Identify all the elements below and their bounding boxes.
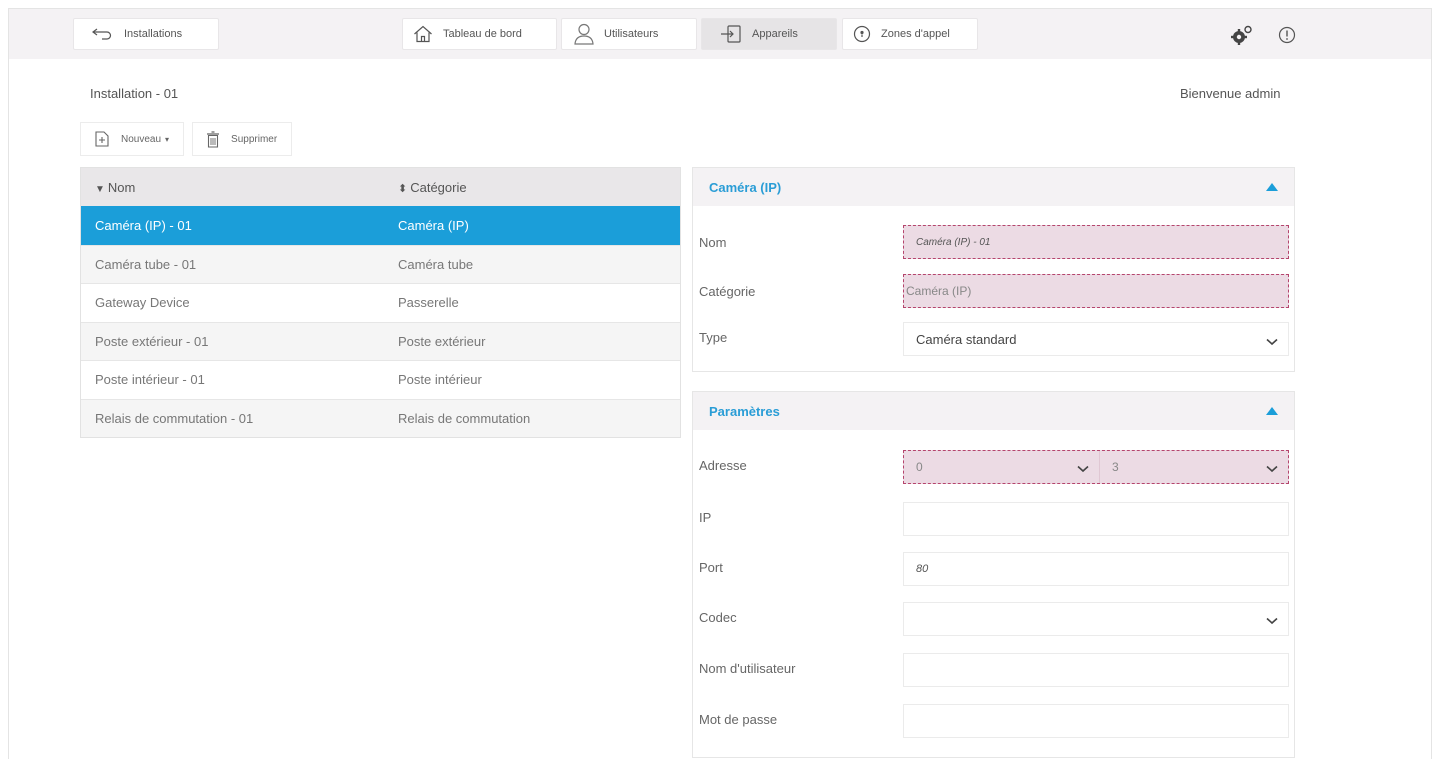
codec-select[interactable]: [903, 602, 1289, 636]
table-row[interactable]: Caméra (IP) - 01 Caméra (IP): [81, 206, 680, 245]
tab-users-label: Utilisateurs: [604, 28, 659, 40]
ip-label: IP: [699, 510, 712, 525]
delete-button[interactable]: Supprimer: [192, 122, 293, 156]
page-title: Installation - 01: [90, 86, 179, 101]
address-select-2[interactable]: 3: [1100, 451, 1288, 483]
delete-button-label: Supprimer: [231, 133, 278, 145]
ip-field[interactable]: [903, 502, 1289, 536]
tab-devices[interactable]: Appareils: [701, 18, 837, 50]
sort-desc-icon: ▼: [95, 183, 105, 195]
top-navigation-bar: Installations Tableau de bord Utilisateu…: [9, 9, 1431, 59]
home-icon: [413, 25, 433, 43]
device-icon: [720, 25, 742, 43]
gears-icon[interactable]: [1229, 22, 1255, 48]
parameters-panel-title: Paramètres: [709, 403, 780, 419]
chevron-down-icon: [1077, 462, 1089, 476]
address-field-group: 0 3: [903, 450, 1289, 484]
table-row[interactable]: Caméra tube - 01 Caméra tube: [81, 244, 680, 283]
welcome-message: Bienvenue admin: [1180, 86, 1281, 101]
cell-name: Relais de commutation - 01: [95, 410, 254, 426]
tab-dashboard-label: Tableau de bord: [443, 28, 522, 40]
sort-icon: ⬍: [398, 182, 408, 195]
password-label: Mot de passe: [699, 712, 778, 727]
location-pin-icon: [853, 25, 871, 43]
cell-category: Passerelle: [398, 295, 459, 311]
chevron-down-icon: [1266, 462, 1278, 476]
column-header-category[interactable]: ⬍ Catégorie: [396, 180, 467, 195]
cell-category: Caméra (IP): [398, 217, 469, 233]
parameters-panel-header[interactable]: Paramètres: [693, 392, 1294, 430]
device-table: ▼ Nom ⬍ Catégorie Caméra (IP) - 01 Caméra …: [80, 167, 681, 438]
user-icon: [574, 23, 594, 45]
new-button-label: Nouveau: [121, 133, 162, 145]
tab-users[interactable]: Utilisateurs: [561, 18, 697, 50]
cell-category: Caméra tube: [398, 256, 474, 272]
type-label: Type: [699, 330, 728, 345]
cell-name: Poste intérieur - 01: [95, 372, 205, 388]
back-arrow-icon: [92, 28, 114, 40]
device-panel-title: Caméra (IP): [709, 179, 782, 195]
codec-label: Codec: [699, 610, 737, 625]
type-select[interactable]: Caméra standard: [903, 322, 1289, 356]
info-icon[interactable]: [1274, 22, 1300, 48]
password-field[interactable]: [903, 704, 1289, 738]
tab-call-zones-label: Zones d'appel: [881, 28, 950, 40]
name-label: Nom: [699, 235, 727, 250]
username-label: Nom d'utilisateur: [699, 661, 796, 676]
cell-name: Poste extérieur - 01: [95, 333, 209, 349]
cell-name: Caméra tube - 01: [95, 256, 197, 272]
address-label: Adresse: [699, 458, 747, 473]
table-row[interactable]: Relais de commutation - 01 Relais de com…: [81, 398, 680, 437]
device-details-panel: Caméra (IP) Nom Caméra (IP) - 01 Catégor…: [692, 167, 1295, 372]
cell-name: Gateway Device: [95, 295, 190, 311]
table-row[interactable]: Poste extérieur - 01 Poste extérieur: [81, 321, 680, 360]
new-device-button[interactable]: Nouveau ▾: [80, 122, 185, 156]
table-header: ▼ Nom ⬍ Catégorie: [81, 168, 680, 206]
tab-devices-label: Appareils: [752, 28, 798, 40]
back-button-label: Installations: [124, 28, 183, 40]
table-row[interactable]: Gateway Device Passerelle: [81, 283, 680, 322]
action-toolbar: Nouveau ▾ Supprimer: [80, 122, 293, 156]
back-to-installations-button[interactable]: Installations: [73, 18, 219, 50]
name-field[interactable]: Caméra (IP) - 01: [903, 225, 1289, 259]
table-row[interactable]: Poste intérieur - 01 Poste intérieur: [81, 360, 680, 399]
new-file-icon: [95, 131, 109, 147]
collapse-caret-icon[interactable]: [1266, 183, 1278, 191]
chevron-down-icon: [1266, 334, 1278, 349]
parameters-panel: Paramètres Adresse 0 3 IP Port 80 Codec: [692, 391, 1295, 758]
trash-icon: [207, 130, 220, 148]
device-panel-header[interactable]: Caméra (IP): [693, 168, 1294, 206]
tab-call-zones[interactable]: Zones d'appel: [842, 18, 978, 50]
port-label: Port: [699, 560, 723, 575]
collapse-caret-icon[interactable]: [1266, 407, 1278, 415]
chevron-down-icon: ▾: [165, 134, 170, 144]
column-header-name[interactable]: ▼ Nom: [81, 180, 396, 195]
address-select-1[interactable]: 0: [904, 451, 1100, 483]
username-field[interactable]: [903, 653, 1289, 687]
port-field[interactable]: 80: [903, 552, 1289, 586]
category-field[interactable]: Caméra (IP): [903, 274, 1289, 308]
category-label: Catégorie: [699, 284, 756, 299]
cell-category: Poste extérieur: [398, 333, 486, 349]
tab-dashboard[interactable]: Tableau de bord: [402, 18, 557, 50]
cell-category: Relais de commutation: [398, 410, 531, 426]
cell-category: Poste intérieur: [398, 372, 482, 388]
chevron-down-icon: [1266, 614, 1278, 628]
cell-name: Caméra (IP) - 01: [95, 217, 192, 233]
